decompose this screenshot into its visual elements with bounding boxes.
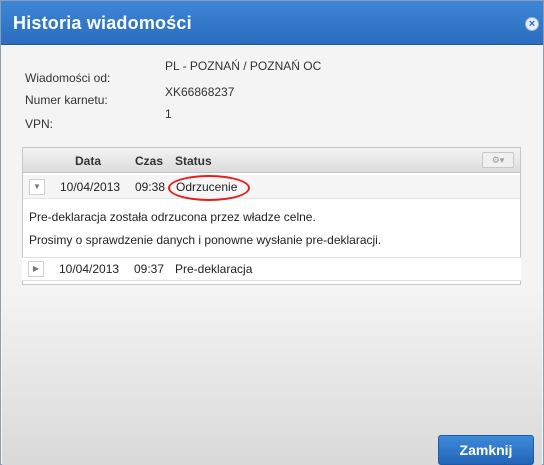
close-icon[interactable]: × xyxy=(525,17,539,31)
expand-icon[interactable]: ▶ xyxy=(28,261,44,277)
row-detail-line: Prosimy o sprawdzenie danych i ponowne w… xyxy=(29,233,382,247)
status-highlight-circle xyxy=(168,175,250,201)
info-value: XK66868237 xyxy=(165,85,235,99)
gear-icon[interactable]: ⚙▾ xyxy=(482,152,514,168)
row-time: 09:38 xyxy=(135,180,166,194)
collapse-icon[interactable]: ▼ xyxy=(29,179,45,195)
table-row[interactable]: ▶ 10/04/2013 09:37 Pre-deklaracja xyxy=(22,257,521,281)
row-date: 10/04/2013 xyxy=(59,262,120,276)
row-time: 09:37 xyxy=(134,262,165,276)
table-row[interactable]: ▼ 10/04/2013 09:38 Odrzucenie xyxy=(23,175,520,199)
column-header-status[interactable]: Status xyxy=(175,154,212,168)
info-value: PL - POZNAŃ / POZNAŃ OC xyxy=(165,59,322,73)
row-date: 10/04/2013 xyxy=(60,180,121,194)
dialog-title: Historia wiadomości xyxy=(13,13,192,33)
row-status: Pre-deklaracja xyxy=(175,262,253,276)
info-label: Wiadomości od: xyxy=(25,71,111,85)
column-header-date[interactable]: Data xyxy=(75,154,101,168)
grid-header: Data Czas Status ⚙▾ xyxy=(23,148,520,173)
info-label: Numer karnetu: xyxy=(25,93,108,107)
column-header-time[interactable]: Czas xyxy=(135,154,163,168)
close-button[interactable]: Zamknij xyxy=(438,435,534,465)
message-history-dialog: Historia wiadomości × Wiadomości od: PL … xyxy=(0,0,544,465)
dialog-titlebar: Historia wiadomości × xyxy=(1,1,543,45)
row-detail-line: Pre-deklaracja została odrzucona przez w… xyxy=(29,210,316,224)
info-label: VPN: xyxy=(25,117,54,131)
info-value: 1 xyxy=(165,107,172,121)
